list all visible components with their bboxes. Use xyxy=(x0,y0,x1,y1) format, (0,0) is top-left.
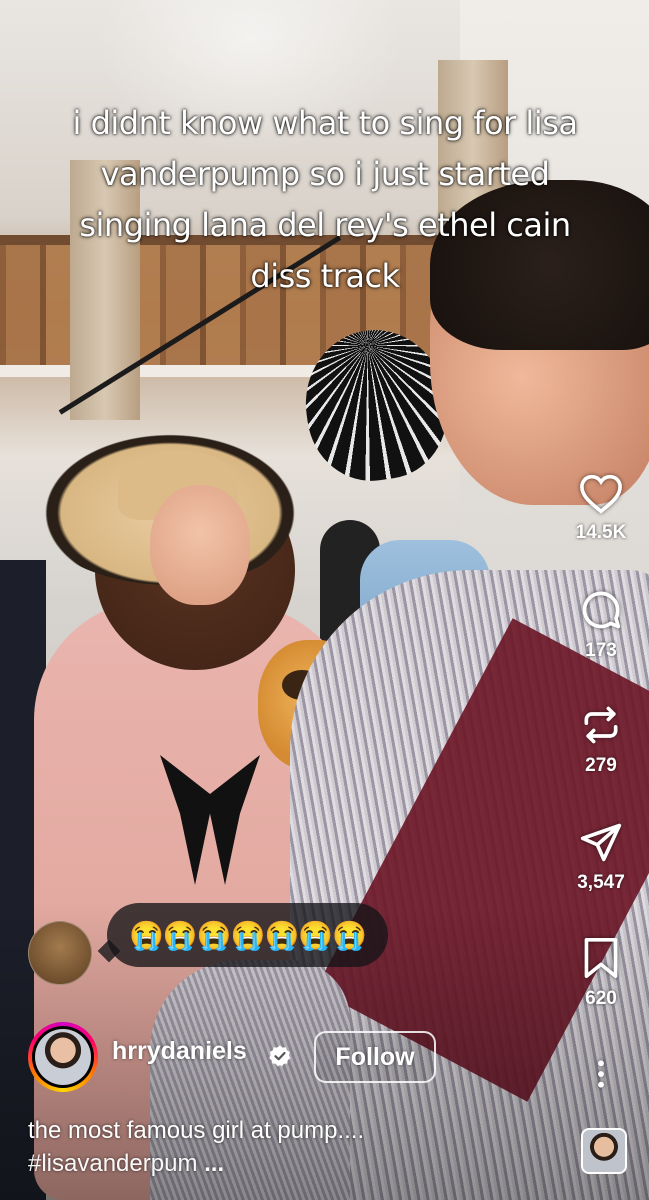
verified-badge-icon xyxy=(269,1045,291,1067)
reel-viewer[interactable]: i didnt know what to sing for lisa vande… xyxy=(0,0,649,1200)
audio-thumbnail[interactable] xyxy=(581,1128,627,1174)
heart-icon xyxy=(580,474,622,514)
share-count: 3,547 xyxy=(577,872,625,893)
post-description[interactable]: the most famous girl at pump.... #lisava… xyxy=(28,1114,548,1180)
repost-icon xyxy=(584,706,618,744)
video-overlay-caption: i didnt know what to sing for lisa vande… xyxy=(72,104,578,295)
hashtag-link[interactable]: #lisavanderpum xyxy=(28,1150,197,1177)
description-line: the most famous girl at pump.... xyxy=(28,1117,365,1144)
more-vertical-icon xyxy=(598,1060,604,1088)
follow-button[interactable]: Follow xyxy=(314,1031,436,1083)
repost-count: 279 xyxy=(585,755,617,776)
save-count: 620 xyxy=(585,988,617,1009)
commenter-avatar[interactable] xyxy=(28,921,92,985)
author-username[interactable]: hrrydaniels xyxy=(112,1037,247,1066)
bookmark-icon xyxy=(584,937,618,978)
comment-preview-text: 😭😭😭😭😭😭😭 xyxy=(129,919,367,951)
more-options-button[interactable] xyxy=(561,1058,641,1090)
comment-preview-bubble[interactable]: 😭😭😭😭😭😭😭 xyxy=(107,903,389,967)
share-button[interactable]: 3,547 xyxy=(561,820,641,894)
like-button[interactable]: 14.5K xyxy=(561,474,641,544)
repost-button[interactable]: 279 xyxy=(561,703,641,777)
save-button[interactable]: 620 xyxy=(561,936,641,1010)
author-avatar[interactable] xyxy=(28,1022,98,1092)
comment-count: 173 xyxy=(585,640,617,661)
comment-icon xyxy=(582,591,621,629)
send-icon xyxy=(580,823,622,862)
avatar-border xyxy=(32,1026,94,1088)
avatar-image xyxy=(35,1029,91,1085)
like-count: 14.5K xyxy=(575,522,627,543)
comment-button[interactable]: 173 xyxy=(561,588,641,662)
more-link[interactable]: ... xyxy=(204,1150,224,1177)
woman-face xyxy=(150,485,250,605)
